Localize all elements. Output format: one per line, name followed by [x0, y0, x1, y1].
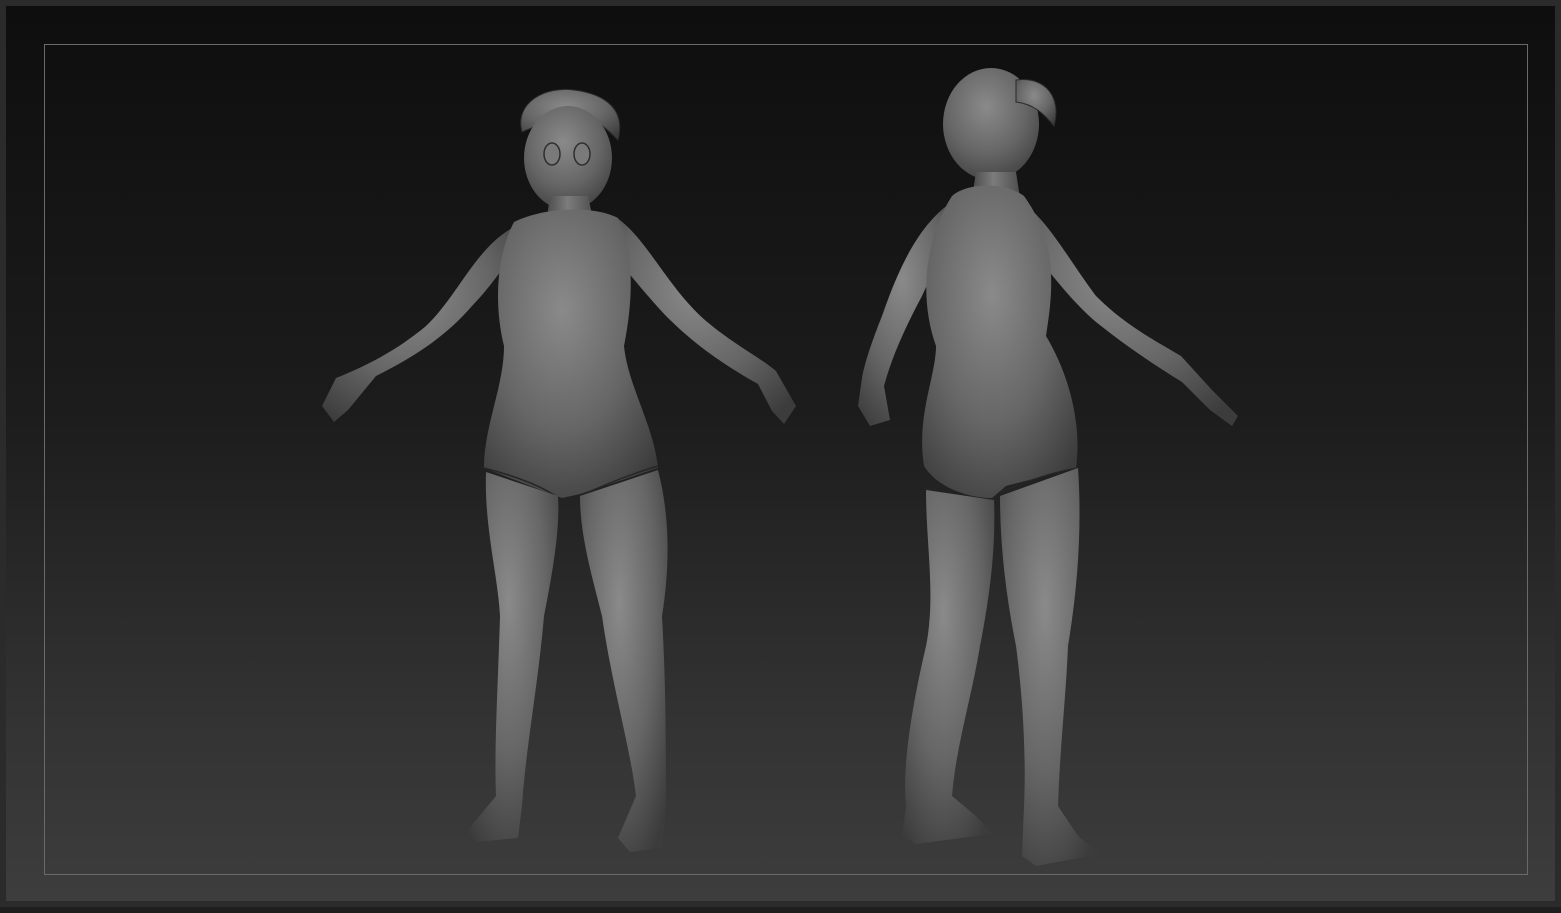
- front-right-arm: [612, 216, 796, 424]
- back-torso: [922, 185, 1078, 498]
- front-head: [524, 106, 612, 210]
- front-right-eye: [573, 142, 591, 166]
- front-view-figure[interactable]: [322, 88, 796, 852]
- front-left-leg: [468, 472, 559, 842]
- back-right-leg: [1000, 468, 1100, 866]
- front-left-arm: [322, 226, 518, 422]
- back-left-leg: [902, 490, 995, 844]
- front-left-eye: [543, 142, 561, 166]
- front-right-leg: [580, 470, 668, 852]
- sculpt-canvas[interactable]: [6, 6, 1561, 913]
- zbrush-viewport-window: [0, 0, 1561, 907]
- back-view-figure[interactable]: [858, 68, 1238, 866]
